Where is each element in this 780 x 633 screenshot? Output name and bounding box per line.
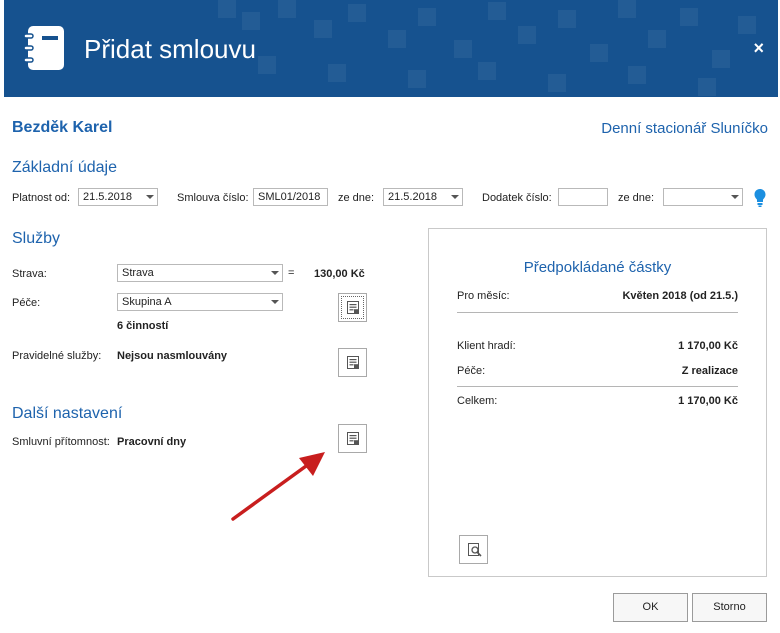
client-name: Bezděk Karel [12,119,113,136]
lightbulb-icon[interactable] [753,188,767,208]
regular-services-value: Nejsou nasmlouvány [117,350,228,362]
amendment-number-label: Dodatek číslo: [482,192,552,204]
attendance-label: Smluvní přítomnost: [12,436,110,448]
notebook-icon [23,26,64,70]
summary-care-label: Péče: [457,365,486,377]
client-pays-value: 1 170,00 Kč [678,340,738,352]
preview-search-icon [468,543,482,557]
chevron-down-icon [271,300,279,304]
attendance-value: Pracovní dny [117,436,187,448]
regular-services-label: Pravidelné služby: [12,350,102,362]
estimated-amounts-panel: Předpokládané částky Pro měsíc: Květen 2… [428,228,767,577]
arrow-annotation [231,452,325,521]
facility-name: Denní stacionář Sluníčko [601,120,768,137]
basic-info-heading: Základní údaje [12,159,117,176]
close-icon[interactable]: × [753,37,764,59]
contract-date-value: 21.5.2018 [388,191,437,203]
list-edit-icon [347,301,359,314]
chevron-down-icon [731,195,739,199]
food-value: Strava [122,267,154,279]
valid-from-select[interactable]: 21.5.2018 [78,188,158,206]
summary-heading: Předpokládané částky [523,259,672,276]
valid-from-label: Platnost od: [12,192,71,204]
contract-number-input[interactable]: SML01/2018 [253,188,328,206]
month-label: Pro měsíc: [457,290,510,302]
chevron-down-icon [451,195,459,199]
chevron-down-icon [271,271,279,275]
contract-number-label: Smlouva číslo: [177,192,249,204]
activities-count: 6 činností [117,320,169,332]
ok-button[interactable]: OK [613,593,688,622]
contract-date-select[interactable]: 21.5.2018 [383,188,463,206]
valid-from-value: 21.5.2018 [83,191,132,203]
summary-care-value: Z realizace [681,365,738,377]
amendment-number-input[interactable] [558,188,608,206]
other-settings-heading: Další nastavení [12,405,123,422]
food-select[interactable]: Strava [117,264,283,282]
month-value: Květen 2018 (od 21.5.) [622,290,738,302]
amendment-date-select[interactable] [663,188,743,206]
cancel-button[interactable]: Storno [692,593,767,622]
dialog-header: Přidat smlouvu × [4,0,778,97]
contract-number-value: SML01/2018 [258,191,321,203]
regular-services-edit-button[interactable] [338,348,367,377]
dialog-title: Přidat smlouvu [84,34,256,64]
amendment-date-label: ze dne: [618,192,655,204]
preview-button[interactable] [459,535,488,564]
contract-date-label: ze dne: [338,192,375,204]
care-value: Skupina A [122,296,172,308]
divider [457,386,738,387]
list-edit-icon [347,432,359,445]
chevron-down-icon [146,195,154,199]
header-pattern [218,0,756,96]
attendance-edit-button[interactable] [338,424,367,453]
equals-sign: = [288,267,295,279]
care-select[interactable]: Skupina A [117,293,283,311]
food-label: Strava: [12,268,47,280]
services-heading: Služby [12,230,61,247]
list-edit-icon [347,356,359,369]
care-label: Péče: [12,297,41,309]
total-value: 1 170,00 Kč [678,395,738,407]
care-edit-button[interactable] [338,293,367,322]
food-price: 130,00 Kč [314,268,365,280]
client-pays-label: Klient hradí: [457,340,516,352]
total-label: Celkem: [457,395,498,407]
divider [457,312,738,313]
